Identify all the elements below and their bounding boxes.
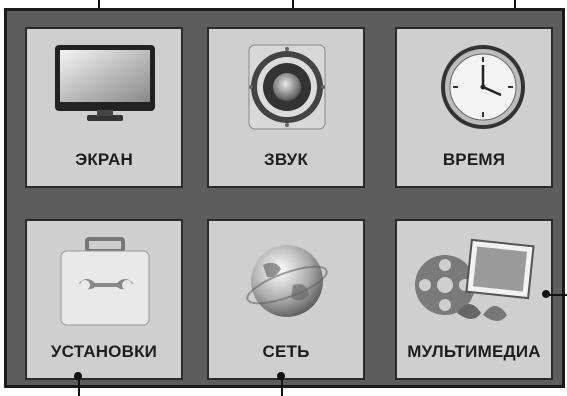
- menu-tile-sound[interactable]: ЗВУК: [207, 27, 365, 188]
- menu-tile-screen[interactable]: ЭКРАН: [25, 27, 183, 188]
- tv-monitor-icon: [27, 43, 181, 143]
- toolbox-icon: [27, 235, 181, 335]
- menu-tile-time[interactable]: ВРЕМЯ: [395, 27, 553, 188]
- tile-label: ЗВУК: [263, 150, 309, 169]
- tile-label: УСТАНОВКИ: [50, 342, 158, 361]
- clock-icon: [397, 43, 551, 143]
- menu-tile-network[interactable]: СЕТЬ: [207, 219, 365, 380]
- tile-label: ВРЕМЯ: [442, 150, 506, 169]
- speaker-icon: [209, 43, 363, 143]
- globe-icon: [209, 235, 363, 335]
- tile-label: МУЛЬТИМЕДИА: [407, 342, 541, 361]
- menu-tile-settings[interactable]: УСТАНОВКИ: [25, 219, 183, 380]
- menu-tile-multimedia[interactable]: МУЛЬТИМЕДИА: [395, 219, 553, 380]
- multimedia-icon: [397, 235, 551, 335]
- tile-label: СЕТЬ: [262, 342, 310, 361]
- tile-label: ЭКРАН: [75, 150, 133, 169]
